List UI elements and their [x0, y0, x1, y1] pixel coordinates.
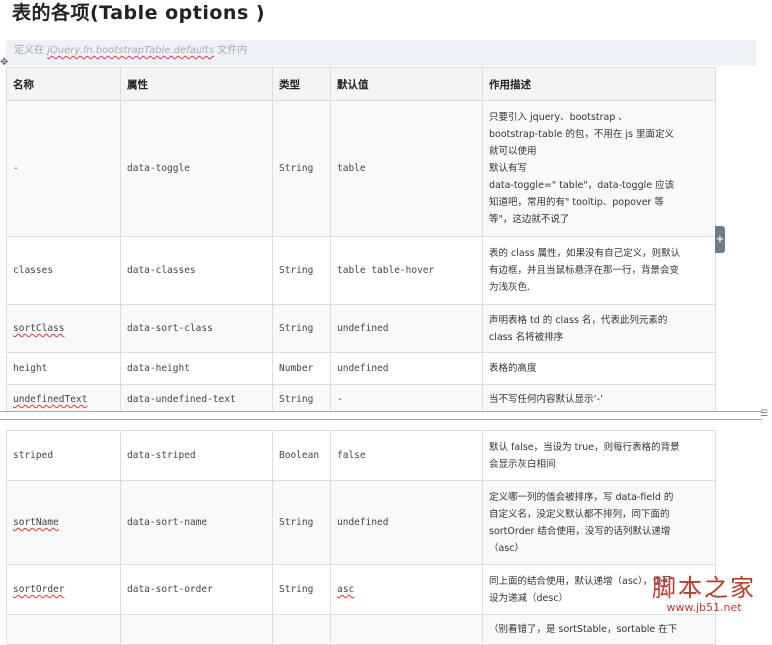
header-name: 名称 [6, 67, 121, 101]
cell-description: 表的 class 属性，如果没有自己定义，则默认 有边框，并且当鼠标悬浮在那一行… [482, 236, 716, 305]
cell-type: String [272, 304, 331, 353]
cell-name [6, 614, 121, 645]
options-table: 名称 属性 类型 默认值 作用描述 - data-toggle String t… [6, 67, 716, 645]
table-row: sortOrder data-sort-order String asc 同上面… [6, 564, 716, 615]
cell-description: 当不写任何内容默认显示’-’ [482, 384, 716, 415]
resize-grip-icon[interactable]: ☰ [758, 409, 770, 420]
plus-icon[interactable]: + [715, 226, 725, 253]
cell-type: String [272, 236, 331, 305]
cell-description: 声明表格 td 的 class 名，代表此列元素的 class 名将被排序 [482, 304, 716, 353]
cell-name: height [6, 352, 121, 385]
cell-name: sortClass [6, 304, 121, 353]
cell-attribute: data-undefined-text [120, 384, 273, 415]
cell-default: undefined [330, 352, 483, 385]
table-row: height data-height Number undefined 表格的高… [6, 352, 716, 385]
note-prefix: 定义在 [14, 45, 44, 56]
cell-default: asc [330, 564, 483, 615]
cell-attribute: data-sort-class [120, 304, 273, 353]
cell-attribute [120, 614, 273, 645]
table-row: （别看错了，是 sortStable，sortable 在下 [6, 614, 716, 645]
cell-attribute: data-classes [120, 236, 273, 305]
cell-description: （别看错了，是 sortStable，sortable 在下 [482, 614, 716, 645]
cell-attribute: data-height [120, 352, 273, 385]
table-row: sortClass data-sort-class String undefin… [6, 304, 716, 353]
cell-attribute: data-sort-order [120, 564, 273, 615]
header-description: 作用描述 [482, 67, 716, 101]
cell-name: striped [6, 430, 121, 481]
header-attribute: 属性 [120, 67, 273, 101]
cell-name: classes [6, 236, 121, 305]
cell-default: table table-hover [330, 236, 483, 305]
cell-type: String [272, 384, 331, 415]
cell-attribute: data-striped [120, 430, 273, 481]
note-suffix: 文件内 [217, 45, 248, 56]
table-row: undefinedText data-undefined-text String… [6, 384, 716, 415]
cell-description: 表格的高度 [482, 352, 716, 385]
header-default: 默认值 [330, 67, 483, 101]
cell-type [272, 614, 331, 645]
cell-default [330, 614, 483, 645]
site-watermark: 脚本之家 www.jb51.net [652, 575, 756, 614]
note-code: jQuery.fn.bootstrapTable.defaults [47, 45, 215, 56]
cell-type: String [272, 480, 331, 565]
cell-name: - [6, 100, 121, 237]
page-title: 表的各项(Table options ) [12, 2, 266, 24]
cell-default: undefined [330, 480, 483, 565]
page-split-divider[interactable] [0, 411, 762, 420]
cell-name: undefinedText [6, 384, 121, 415]
cell-type: Number [272, 352, 331, 385]
cell-default: table [330, 100, 483, 237]
move-cross-icon[interactable]: ✥ [0, 58, 9, 68]
cell-type: String [272, 564, 331, 615]
cell-name: sortOrder [6, 564, 121, 615]
table-row: sortName data-sort-name String undefined… [6, 480, 716, 565]
definition-note: 定义在 jQuery.fn.bootstrapTable.defaults 文件… [6, 40, 756, 66]
watermark-text: 脚本之家 [652, 574, 756, 602]
table-row: striped data-striped Boolean false 默认 fa… [6, 430, 716, 481]
cell-attribute: data-toggle [120, 100, 273, 237]
cell-name: sortName [6, 480, 121, 565]
cell-description: 默认 false，当设为 true，则每行表格的背景 会显示灰白相间 [482, 430, 716, 481]
watermark-url: www.jb51.net [666, 601, 742, 614]
table-header-row: 名称 属性 类型 默认值 作用描述 [6, 67, 716, 101]
cell-type: Boolean [272, 430, 331, 481]
cell-attribute: data-sort-name [120, 480, 273, 565]
cell-description: 只要引入 jquery、bootstrap 、 bootstrap-table … [482, 100, 716, 237]
table-row: classes data-classes String table table-… [6, 236, 716, 305]
cell-default: - [330, 384, 483, 415]
cell-type: String [272, 100, 331, 237]
cell-description: 定义哪一列的值会被排序，写 data-field 的 自定义名，没定义默认都不排… [482, 480, 716, 565]
header-type: 类型 [272, 67, 331, 101]
cell-default: false [330, 430, 483, 481]
cell-default: undefined [330, 304, 483, 353]
table-row: - data-toggle String table 只要引入 jquery、b… [6, 100, 716, 237]
